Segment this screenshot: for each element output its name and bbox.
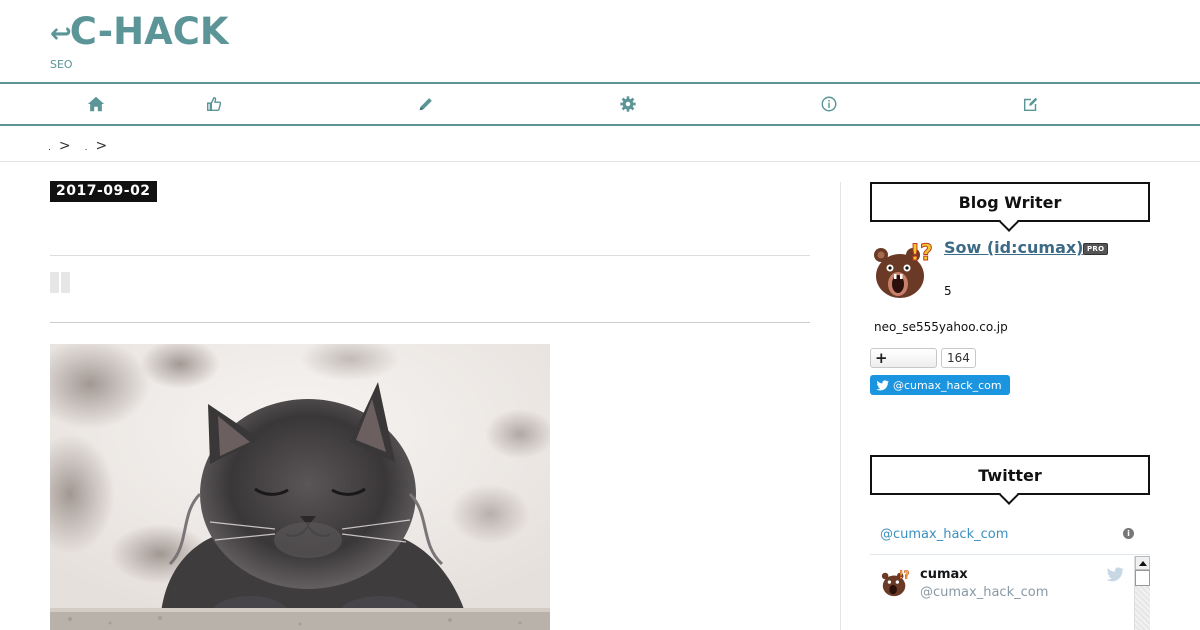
info-icon bbox=[821, 96, 837, 112]
logo-arrow-icon: ↩ bbox=[50, 18, 72, 49]
breadcrumb-home-link[interactable]: . bbox=[48, 143, 51, 153]
site-logo[interactable]: ↩ C-HACK bbox=[50, 10, 229, 53]
svg-text:!?: !? bbox=[910, 241, 933, 266]
tweet-avatar[interactable]: !? bbox=[880, 568, 910, 598]
plus-icon: + bbox=[875, 349, 888, 367]
timeline-scrollbar[interactable] bbox=[1134, 556, 1150, 630]
nav-about[interactable] bbox=[819, 94, 839, 114]
share-divider bbox=[50, 322, 810, 323]
edit-icon bbox=[1023, 97, 1038, 112]
site-title: C-HACK bbox=[69, 10, 229, 53]
breadcrumb-separator: > bbox=[58, 138, 71, 154]
thumbs-up-icon bbox=[206, 96, 222, 112]
gear-icon bbox=[620, 96, 636, 112]
svg-text:!?: !? bbox=[899, 569, 910, 581]
blog-writer-heading: Blog Writer bbox=[870, 182, 1150, 222]
timeline-divider bbox=[870, 554, 1150, 555]
pro-badge: PRO bbox=[1083, 243, 1109, 255]
twitter-follow-label: @cumax_hack_com bbox=[893, 378, 1002, 392]
twitter-timeline-handle-link[interactable]: @cumax_hack_com bbox=[880, 527, 1008, 542]
nav-write[interactable] bbox=[416, 94, 436, 114]
writer-count: 5 bbox=[944, 284, 952, 298]
twitter-follow-button[interactable]: @cumax_hack_com bbox=[870, 375, 1010, 395]
hatena-bookmark-button[interactable]: + bbox=[870, 348, 937, 368]
title-divider bbox=[50, 255, 810, 256]
share-button[interactable] bbox=[61, 272, 70, 293]
article-date: 2017-09-02 bbox=[50, 181, 157, 202]
writer-name-link[interactable]: Sow (id:cumax) bbox=[944, 238, 1084, 257]
writer-email: neo_se555yahoo.co.jp bbox=[874, 320, 1008, 334]
scroll-thumb[interactable] bbox=[1135, 570, 1150, 586]
share-button[interactable] bbox=[50, 272, 59, 293]
sidebar-divider bbox=[840, 182, 841, 630]
global-nav bbox=[0, 82, 1200, 126]
breadcrumb-category-link[interactable]: . bbox=[85, 143, 88, 153]
writer-avatar[interactable]: !? bbox=[870, 238, 934, 302]
twitter-bird-icon[interactable] bbox=[1106, 567, 1124, 582]
twitter-bird-icon bbox=[876, 379, 889, 390]
nav-contact[interactable] bbox=[1021, 94, 1041, 114]
home-icon bbox=[87, 96, 105, 112]
twitter-heading: Twitter bbox=[870, 455, 1150, 495]
breadcrumb-separator: > bbox=[95, 138, 108, 154]
nav-home[interactable] bbox=[86, 94, 106, 114]
nav-popular[interactable] bbox=[204, 94, 224, 114]
pencil-icon bbox=[419, 98, 432, 111]
article-cat-photo bbox=[50, 344, 550, 630]
nav-settings[interactable] bbox=[618, 94, 638, 114]
site-header: ↩ C-HACK SEO bbox=[0, 0, 1200, 82]
share-buttons bbox=[50, 272, 70, 293]
breadcrumb: . > . > bbox=[48, 138, 107, 154]
tweet-author-name[interactable]: cumax bbox=[920, 567, 968, 582]
bookmark-count[interactable]: 164 bbox=[941, 348, 976, 368]
tweet-author-handle[interactable]: @cumax_hack_com bbox=[920, 585, 1048, 600]
info-icon[interactable]: i bbox=[1123, 528, 1134, 539]
breadcrumb-divider bbox=[0, 161, 1200, 162]
site-tagline: SEO bbox=[50, 58, 73, 71]
scroll-up-button[interactable] bbox=[1135, 556, 1150, 570]
